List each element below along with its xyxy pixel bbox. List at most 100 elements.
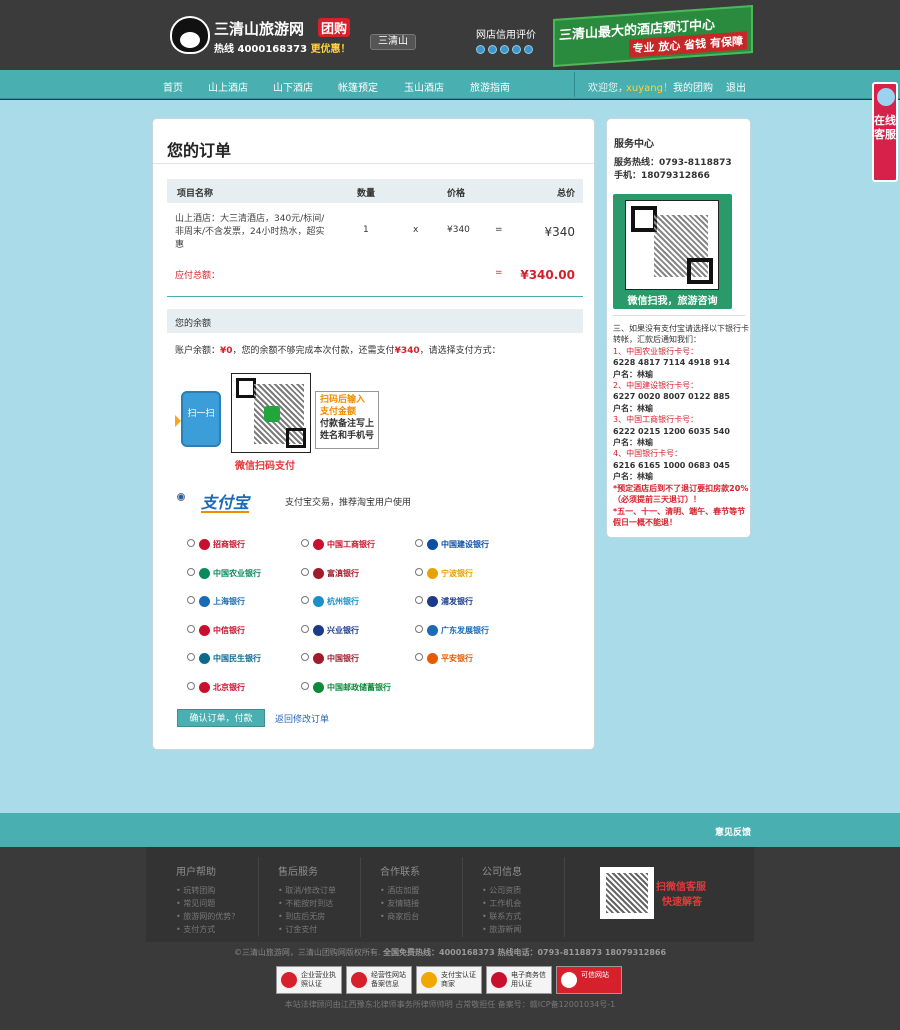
bank-radio[interactable] [415, 596, 423, 604]
footer-link[interactable]: • 玩转团购 [176, 884, 276, 897]
bank-option[interactable]: 上海银行 [187, 594, 283, 612]
badge-site-record[interactable]: 经营性网站备案信息 [346, 966, 412, 994]
footer-link[interactable]: • 支付方式 [176, 923, 276, 936]
badge-alipay[interactable]: 支付宝认证商家 [416, 966, 482, 994]
footer-link[interactable]: • 不能按时到达 [278, 897, 378, 910]
copyright-text: ©三清山旅游网，三清山团购网版权所有. [233, 948, 381, 957]
bank-radio[interactable] [415, 624, 423, 633]
username-link[interactable]: xuyang！ [626, 79, 673, 94]
bank-option[interactable]: 富滇银行 [301, 566, 397, 584]
col-price: 价格 [447, 189, 466, 199]
equals-sign: = [495, 225, 503, 235]
accounts-intro: 三、如果没有支付宝请选择以下银行卡转帐，汇款后通知我们： [613, 324, 749, 345]
feedback-link[interactable]: 意见反馈 [715, 825, 751, 838]
site-footer: 用户帮助 • 玩转团购 • 常见问题 • 旅游网的优势？ • 支付方式 售后服务… [0, 847, 900, 1030]
bank-option[interactable]: 浦发银行 [415, 594, 511, 612]
bank-logo-icon [427, 596, 438, 607]
badge-trusted-site[interactable]: 可信网站 [556, 966, 622, 994]
balance-amount: ¥0 [220, 346, 233, 356]
bank-option[interactable]: 中国工商银行 [301, 537, 397, 555]
online-service-button[interactable]: 在线客服 [872, 82, 898, 182]
footer-col-title: 用户帮助 [176, 867, 216, 878]
logout-link[interactable]: 退出 [726, 79, 746, 94]
copyright: ©三清山旅游网，三清山团购网版权所有. 全国免费热线：4000168373 热线… [0, 947, 900, 958]
nav-tent-booking[interactable]: 帐篷预定 [338, 79, 378, 94]
alipay-logo: 支付宝 [201, 489, 250, 513]
bank-option[interactable]: 平安银行 [415, 651, 511, 669]
bank-option[interactable]: 中国农业银行 [187, 566, 283, 584]
bank-option[interactable]: 北京银行 [187, 680, 283, 698]
nav-mountain-hotels[interactable]: 山上酒店 [208, 79, 248, 94]
bank-radio[interactable] [187, 624, 195, 633]
bank-option[interactable]: 中信银行 [187, 623, 283, 641]
footer-link[interactable]: • 商家后台 [380, 910, 480, 923]
footer-link[interactable]: • 取消/修改订单 [278, 884, 378, 897]
bank-radio[interactable] [301, 681, 309, 690]
bank-radio[interactable] [415, 539, 423, 547]
badge-bcp[interactable]: 电子商务信用认证 [486, 966, 552, 994]
nav-lowland-hotels[interactable]: 山下酒店 [273, 79, 313, 94]
confirm-pay-button[interactable]: 确认订单，付款 [177, 709, 265, 727]
nav-yushan-hotels[interactable]: 玉山酒店 [404, 79, 444, 94]
bank-radio[interactable] [301, 567, 309, 576]
bank-radio[interactable] [301, 539, 309, 547]
bank-option[interactable]: 招商银行 [187, 537, 283, 555]
service-title: 服务中心 [614, 139, 654, 150]
bank-option[interactable]: 广东发展银行 [415, 623, 511, 641]
location-tag[interactable]: 三清山 [370, 34, 416, 50]
bank-radio[interactable] [187, 596, 195, 604]
due-row: 应付总额： = ¥340.00 [167, 265, 583, 285]
account-holder: 户名：林瑜 [613, 403, 653, 413]
bank-option[interactable]: 兴业银行 [301, 623, 397, 641]
footer-link[interactable]: • 到店后无房 [278, 910, 378, 923]
back-edit-link[interactable]: 返回修改订单 [275, 712, 329, 725]
bank-option[interactable]: 杭州银行 [301, 594, 397, 612]
bank-option[interactable]: 中国民生银行 [187, 651, 283, 669]
bank-option[interactable]: 中国银行 [301, 651, 397, 669]
col-total: 总价 [556, 189, 575, 199]
nav-home[interactable]: 首页 [163, 79, 183, 94]
bank-radio[interactable] [301, 653, 309, 661]
footer-link[interactable]: • 友情链接 [380, 897, 480, 910]
icp-record: 本站法律顾问由江西豫东北律师事务所律师帅明 占常敬担任 备案号：赣ICP备120… [284, 1000, 616, 1009]
hotline-prefix: 热线 [214, 44, 234, 55]
bank-option[interactable]: 宁波银行 [415, 566, 511, 584]
badge-business-license[interactable]: 企业营业执照认证 [276, 966, 342, 994]
bank-name: 中国建设银行 [441, 540, 489, 549]
my-orders-link[interactable]: 我的团购 [673, 79, 713, 94]
bank-radio[interactable] [301, 596, 309, 604]
welcome-text: 欢迎您， [588, 83, 628, 94]
bank-radio[interactable] [187, 567, 195, 576]
bank-radio[interactable] [187, 681, 195, 690]
footer-link[interactable]: • 酒店加盟 [380, 884, 480, 897]
bank-radio[interactable] [415, 567, 423, 576]
footer-link[interactable]: • 旅游新闻 [482, 923, 582, 936]
credit-rating: 网店信用评价 [476, 26, 536, 54]
due-label: 应付总额： [175, 271, 221, 281]
bank-name: 平安银行 [441, 654, 473, 663]
footer-link[interactable]: • 常见问题 [176, 897, 276, 910]
alipay-radio[interactable] [177, 493, 185, 501]
bank-option[interactable]: 中国建设银行 [415, 537, 511, 555]
bank-option[interactable]: 中国邮政储蓄银行 [301, 680, 397, 698]
alipay-option[interactable]: 支付宝 支付宝交易，推荐淘宝用户使用 [177, 489, 497, 513]
footer-link[interactable]: • 订金支付 [278, 923, 378, 936]
bank-radio[interactable] [187, 653, 195, 661]
footer-link[interactable]: • 公司资质 [482, 884, 582, 897]
bank-radio[interactable] [187, 539, 195, 547]
service-hotline: 服务热线：0793-8118873 [614, 158, 732, 168]
shield-icon [421, 972, 437, 988]
bank-logo-icon [199, 653, 210, 664]
table-row: 山上酒店：大三清酒店，340元/标间/非周末/不含发票，24小时热水，超实惠 1… [167, 209, 583, 257]
footer-link[interactable]: • 联系方式 [482, 910, 582, 923]
site-logo[interactable]: 三清山旅游网 团购 热线 4000168373 更优惠！ [170, 16, 360, 56]
title-divider [153, 163, 594, 164]
bank-radio[interactable] [415, 653, 423, 661]
footer-link[interactable]: • 工作机会 [482, 897, 582, 910]
footer-link[interactable]: • 旅游网的优势？ [176, 910, 276, 923]
nav-travel-guide[interactable]: 旅游指南 [470, 79, 510, 94]
site-name: 三清山旅游网 [214, 20, 305, 38]
bank-accounts: 三、如果没有支付宝请选择以下银行卡转帐，汇款后通知我们： 1、中国农业银行卡号：… [613, 323, 749, 528]
bank-logo-icon [199, 596, 210, 607]
bank-radio[interactable] [301, 624, 309, 633]
